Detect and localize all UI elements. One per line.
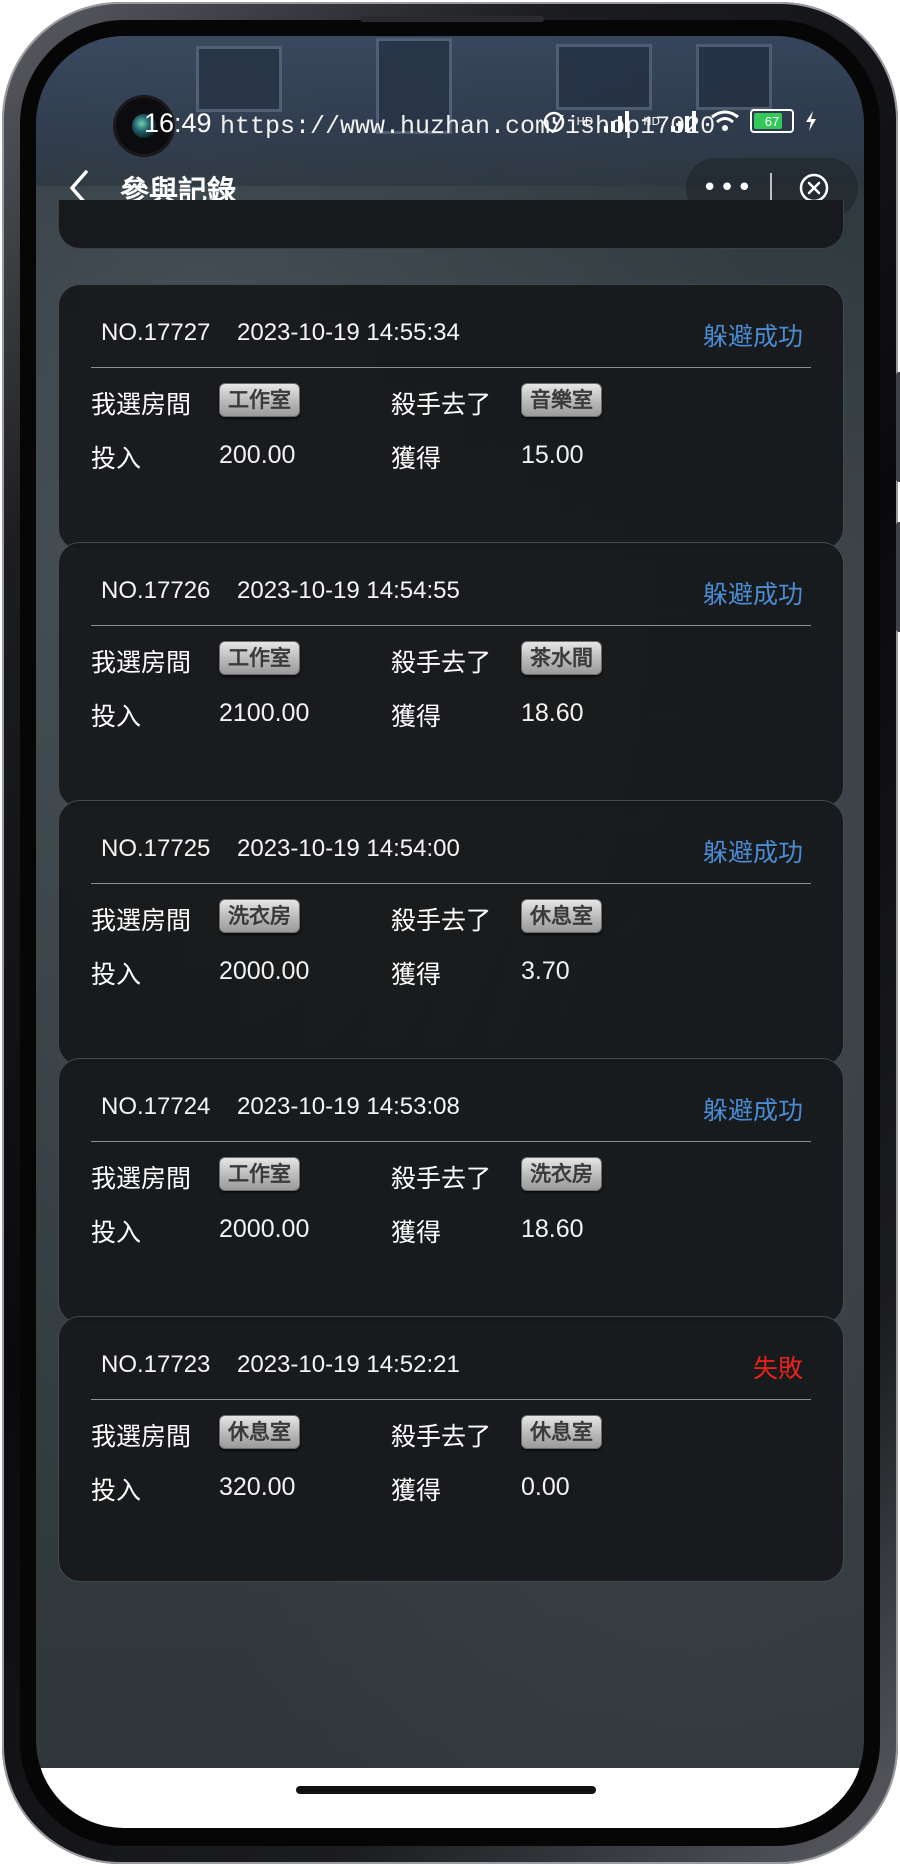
record-header: NO.17723 2023-10-19 14:52:21 失敗 <box>91 1345 811 1400</box>
my-room-label: 我選房間 <box>91 1164 192 1193</box>
record-time: 2023-10-19 14:54:55 <box>237 577 460 604</box>
record-status: 躲避成功 <box>702 580 803 609</box>
volume-button <box>896 372 900 482</box>
room-row: 我選房間 工作室 殺手去了 茶水間 <box>91 641 811 681</box>
record-number: NO.17725 <box>101 835 211 862</box>
my-room-tag: 洗衣房 <box>219 899 300 933</box>
wifi-icon <box>711 110 739 131</box>
record-status: 躲避成功 <box>702 322 803 351</box>
signal-icon <box>604 111 630 132</box>
killer-room-label: 殺手去了 <box>391 1422 492 1451</box>
gain-label: 獲得 <box>391 702 442 731</box>
record-time: 2023-10-19 14:52:21 <box>237 1351 460 1378</box>
invest-label: 投入 <box>91 1218 142 1247</box>
charging-icon <box>806 111 816 131</box>
record-header: NO.17724 2023-10-19 14:53:08 躲避成功 <box>91 1087 811 1142</box>
my-room-tag: 休息室 <box>219 1415 300 1449</box>
signal-icon-2 <box>671 111 696 132</box>
invest-label: 投入 <box>91 960 142 989</box>
killer-room-tag: 音樂室 <box>521 383 602 417</box>
my-room-tag: 工作室 <box>219 641 300 675</box>
hd-label: HD <box>576 114 594 128</box>
record-card-partial <box>58 200 844 249</box>
gain-value: 18.60 <box>521 1215 584 1243</box>
killer-room-tag: 茶水間 <box>521 641 602 675</box>
invest-value: 200.00 <box>219 441 296 469</box>
home-indicator[interactable] <box>296 1786 596 1794</box>
invest-value: 320.00 <box>219 1473 296 1501</box>
record-status: 躲避成功 <box>702 1096 803 1125</box>
gain-label: 獲得 <box>391 1218 442 1247</box>
invest-label: 投入 <box>91 702 142 731</box>
killer-room-label: 殺手去了 <box>391 648 492 677</box>
killer-room-label: 殺手去了 <box>391 390 492 419</box>
invest-value: 2000.00 <box>219 1215 310 1243</box>
record-card: NO.17727 2023-10-19 14:55:34 躲避成功我選房間 工作室 殺手… <box>58 284 844 550</box>
gain-label: 獲得 <box>391 1476 442 1505</box>
gain-label: 獲得 <box>391 960 442 989</box>
record-status: 躲避成功 <box>702 838 803 867</box>
hd-label-2: HD <box>643 114 660 128</box>
app-screen: 16:49 https://www.huzhan.com/ishop17020 … <box>36 36 864 1828</box>
gain-value: 15.00 <box>521 441 584 469</box>
record-time: 2023-10-19 14:55:34 <box>237 319 460 346</box>
record-number: NO.17727 <box>101 319 211 346</box>
room-row: 我選房間 工作室 殺手去了 洗衣房 <box>91 1157 811 1197</box>
earpiece <box>360 16 544 22</box>
room-row: 我選房間 洗衣房 殺手去了 休息室 <box>91 899 811 939</box>
record-time: 2023-10-19 14:54:00 <box>237 835 460 862</box>
invest-value: 2100.00 <box>219 699 310 727</box>
killer-room-tag: 洗衣房 <box>521 1157 602 1191</box>
record-header: NO.17727 2023-10-19 14:55:34 躲避成功 <box>91 313 811 368</box>
my-room-label: 我選房間 <box>91 390 192 419</box>
record-number: NO.17724 <box>101 1093 211 1120</box>
record-card: NO.17724 2023-10-19 14:53:08 躲避成功我選房間 工作室 殺手… <box>58 1058 844 1324</box>
record-number: NO.17723 <box>101 1351 211 1378</box>
room-row: 我選房間 工作室 殺手去了 音樂室 <box>91 383 811 423</box>
gain-value: 18.60 <box>521 699 584 727</box>
amount-row: 投入 200.00 獲得 15.00 <box>91 437 811 477</box>
bottom-safe-area <box>36 1768 864 1828</box>
amount-row: 投入 2000.00 獲得 3.70 <box>91 953 811 993</box>
status-time: 16:49 <box>144 108 212 138</box>
record-header: NO.17726 2023-10-19 14:54:55 躲避成功 <box>91 571 811 626</box>
record-status: 失敗 <box>752 1354 803 1383</box>
my-room-label: 我選房間 <box>91 648 192 677</box>
gain-value: 3.70 <box>521 957 570 985</box>
amount-row: 投入 320.00 獲得 0.00 <box>91 1469 811 1509</box>
battery-level: 67 <box>764 113 780 129</box>
invest-label: 投入 <box>91 444 142 473</box>
amount-row: 投入 2000.00 獲得 18.60 <box>91 1211 811 1251</box>
record-card: NO.17725 2023-10-19 14:54:00 躲避成功我選房間 洗衣房 殺手… <box>58 800 844 1066</box>
my-room-label: 我選房間 <box>91 1422 192 1451</box>
alarm-icon <box>543 111 564 133</box>
killer-room-label: 殺手去了 <box>391 906 492 935</box>
record-time: 2023-10-19 14:53:08 <box>237 1093 460 1120</box>
my-room-tag: 工作室 <box>219 1157 300 1191</box>
status-icons: HD HD 67 <box>541 108 819 134</box>
battery-icon: 67 <box>750 109 794 133</box>
record-card: NO.17726 2023-10-19 14:54:55 躲避成功我選房間 工作室 殺手… <box>58 542 844 808</box>
invest-label: 投入 <box>91 1476 142 1505</box>
record-number: NO.17726 <box>101 577 211 604</box>
my-room-label: 我選房間 <box>91 906 192 935</box>
gain-label: 獲得 <box>391 444 442 473</box>
invest-value: 2000.00 <box>219 957 310 985</box>
amount-row: 投入 2100.00 獲得 18.60 <box>91 695 811 735</box>
status-bar: 16:49 https://www.huzhan.com/ishop17020 … <box>36 96 864 142</box>
killer-room-tag: 休息室 <box>521 899 602 933</box>
killer-room-tag: 休息室 <box>521 1415 602 1449</box>
killer-room-label: 殺手去了 <box>391 1164 492 1193</box>
my-room-tag: 工作室 <box>219 383 300 417</box>
power-button <box>896 522 900 632</box>
room-row: 我選房間 休息室 殺手去了 休息室 <box>91 1415 811 1455</box>
gain-value: 0.00 <box>521 1473 570 1501</box>
record-card: NO.17723 2023-10-19 14:52:21 失敗 我選房間 休息室 殺手去了… <box>58 1316 844 1582</box>
record-header: NO.17725 2023-10-19 14:54:00 躲避成功 <box>91 829 811 884</box>
